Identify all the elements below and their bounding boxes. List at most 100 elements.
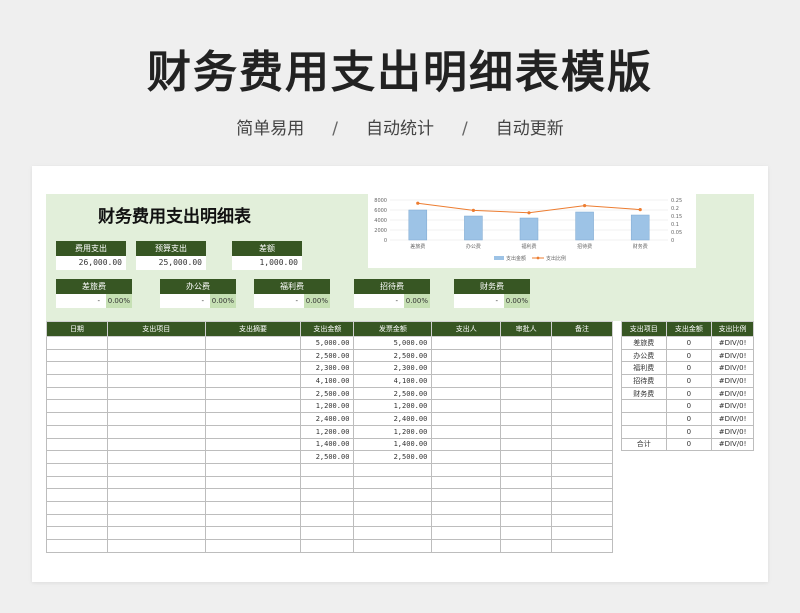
- category-amount[interactable]: -: [354, 294, 404, 308]
- table-cell[interactable]: [551, 526, 613, 540]
- table-cell[interactable]: [431, 462, 502, 477]
- table-cell[interactable]: [106, 437, 206, 452]
- table-cell[interactable]: [300, 513, 355, 528]
- table-cell[interactable]: [106, 500, 206, 515]
- table-cell[interactable]: [431, 475, 502, 490]
- column-header[interactable]: 日期: [46, 321, 108, 337]
- table-cell[interactable]: [300, 462, 355, 477]
- table-cell[interactable]: [551, 500, 613, 515]
- table-cell[interactable]: [500, 374, 553, 388]
- table-cell[interactable]: #DIV/0!: [711, 399, 754, 414]
- table-cell[interactable]: [431, 539, 502, 553]
- table-cell[interactable]: [551, 399, 613, 414]
- table-cell[interactable]: [106, 462, 206, 477]
- table-cell[interactable]: 2,500.00: [353, 348, 433, 363]
- table-cell[interactable]: [353, 500, 433, 515]
- table-cell[interactable]: [106, 386, 206, 401]
- table-cell[interactable]: [106, 348, 206, 363]
- table-cell[interactable]: 0: [665, 437, 713, 452]
- table-cell[interactable]: [431, 348, 502, 363]
- table-cell[interactable]: [204, 336, 302, 350]
- table-cell[interactable]: [300, 526, 355, 540]
- table-cell[interactable]: [551, 488, 613, 502]
- kpi-value[interactable]: 25,000.00: [136, 256, 206, 270]
- table-cell[interactable]: [621, 424, 667, 439]
- category-percent[interactable]: 0.00%: [210, 294, 236, 308]
- table-cell[interactable]: [500, 475, 553, 490]
- table-cell[interactable]: #DIV/0!: [711, 336, 754, 350]
- category-percent[interactable]: 0.00%: [404, 294, 430, 308]
- table-cell[interactable]: [551, 336, 613, 350]
- table-cell[interactable]: #DIV/0!: [711, 437, 754, 452]
- category-amount[interactable]: -: [160, 294, 210, 308]
- table-cell[interactable]: [46, 462, 108, 477]
- column-header[interactable]: 备注: [551, 321, 613, 337]
- table-cell[interactable]: [551, 475, 613, 490]
- table-cell[interactable]: [106, 526, 206, 540]
- table-cell[interactable]: [46, 500, 108, 515]
- table-cell[interactable]: [204, 399, 302, 414]
- table-cell[interactable]: [551, 539, 613, 553]
- table-cell[interactable]: 2,500.00: [353, 386, 433, 401]
- table-cell[interactable]: [500, 513, 553, 528]
- table-cell[interactable]: [431, 361, 502, 376]
- table-cell[interactable]: [621, 399, 667, 414]
- table-cell[interactable]: #DIV/0!: [711, 374, 754, 388]
- table-cell[interactable]: [204, 475, 302, 490]
- table-cell[interactable]: 1,200.00: [353, 399, 433, 414]
- table-cell[interactable]: [300, 539, 355, 553]
- table-cell[interactable]: [46, 539, 108, 553]
- column-header[interactable]: 支出项目: [106, 321, 206, 337]
- table-cell[interactable]: [431, 424, 502, 439]
- table-cell[interactable]: [204, 500, 302, 515]
- table-cell[interactable]: 1,400.00: [353, 437, 433, 452]
- table-cell[interactable]: [431, 374, 502, 388]
- table-cell[interactable]: 0: [665, 374, 713, 388]
- table-cell[interactable]: [204, 374, 302, 388]
- table-cell[interactable]: [204, 488, 302, 502]
- table-cell[interactable]: [46, 361, 108, 376]
- table-cell[interactable]: [431, 488, 502, 502]
- table-cell[interactable]: 2,500.00: [300, 348, 355, 363]
- table-cell[interactable]: 0: [665, 424, 713, 439]
- column-header[interactable]: 审批人: [500, 321, 553, 337]
- category-amount[interactable]: -: [56, 294, 106, 308]
- table-cell[interactable]: [106, 374, 206, 388]
- table-cell[interactable]: [500, 450, 553, 464]
- table-cell[interactable]: [431, 386, 502, 401]
- table-cell[interactable]: #DIV/0!: [711, 412, 754, 426]
- table-cell[interactable]: 0: [665, 348, 713, 363]
- table-cell[interactable]: [46, 513, 108, 528]
- kpi-value[interactable]: 26,000.00: [56, 256, 126, 270]
- table-cell[interactable]: [500, 500, 553, 515]
- table-cell[interactable]: [204, 513, 302, 528]
- table-cell[interactable]: [204, 437, 302, 452]
- table-cell[interactable]: [551, 462, 613, 477]
- table-cell[interactable]: [551, 374, 613, 388]
- column-header[interactable]: 支出项目: [621, 321, 667, 337]
- table-cell[interactable]: [500, 412, 553, 426]
- table-cell[interactable]: 2,500.00: [300, 386, 355, 401]
- table-cell[interactable]: [46, 437, 108, 452]
- table-cell[interactable]: [204, 539, 302, 553]
- table-cell[interactable]: 4,100.00: [300, 374, 355, 388]
- table-cell[interactable]: 0: [665, 399, 713, 414]
- table-cell[interactable]: [300, 475, 355, 490]
- table-cell[interactable]: [204, 412, 302, 426]
- column-header[interactable]: 支出金额: [665, 321, 713, 337]
- table-cell[interactable]: 1,200.00: [353, 424, 433, 439]
- table-cell[interactable]: 1,400.00: [300, 437, 355, 452]
- table-cell[interactable]: [500, 424, 553, 439]
- table-cell[interactable]: [500, 462, 553, 477]
- table-cell[interactable]: 4,100.00: [353, 374, 433, 388]
- category-amount[interactable]: -: [454, 294, 504, 308]
- table-cell[interactable]: [46, 488, 108, 502]
- table-cell[interactable]: [204, 450, 302, 464]
- table-cell[interactable]: 财务费: [621, 386, 667, 401]
- table-cell[interactable]: 2,500.00: [300, 450, 355, 464]
- table-cell[interactable]: 1,200.00: [300, 424, 355, 439]
- table-cell[interactable]: [204, 386, 302, 401]
- table-cell[interactable]: [353, 462, 433, 477]
- table-cell[interactable]: [353, 539, 433, 553]
- table-cell[interactable]: 2,300.00: [353, 361, 433, 376]
